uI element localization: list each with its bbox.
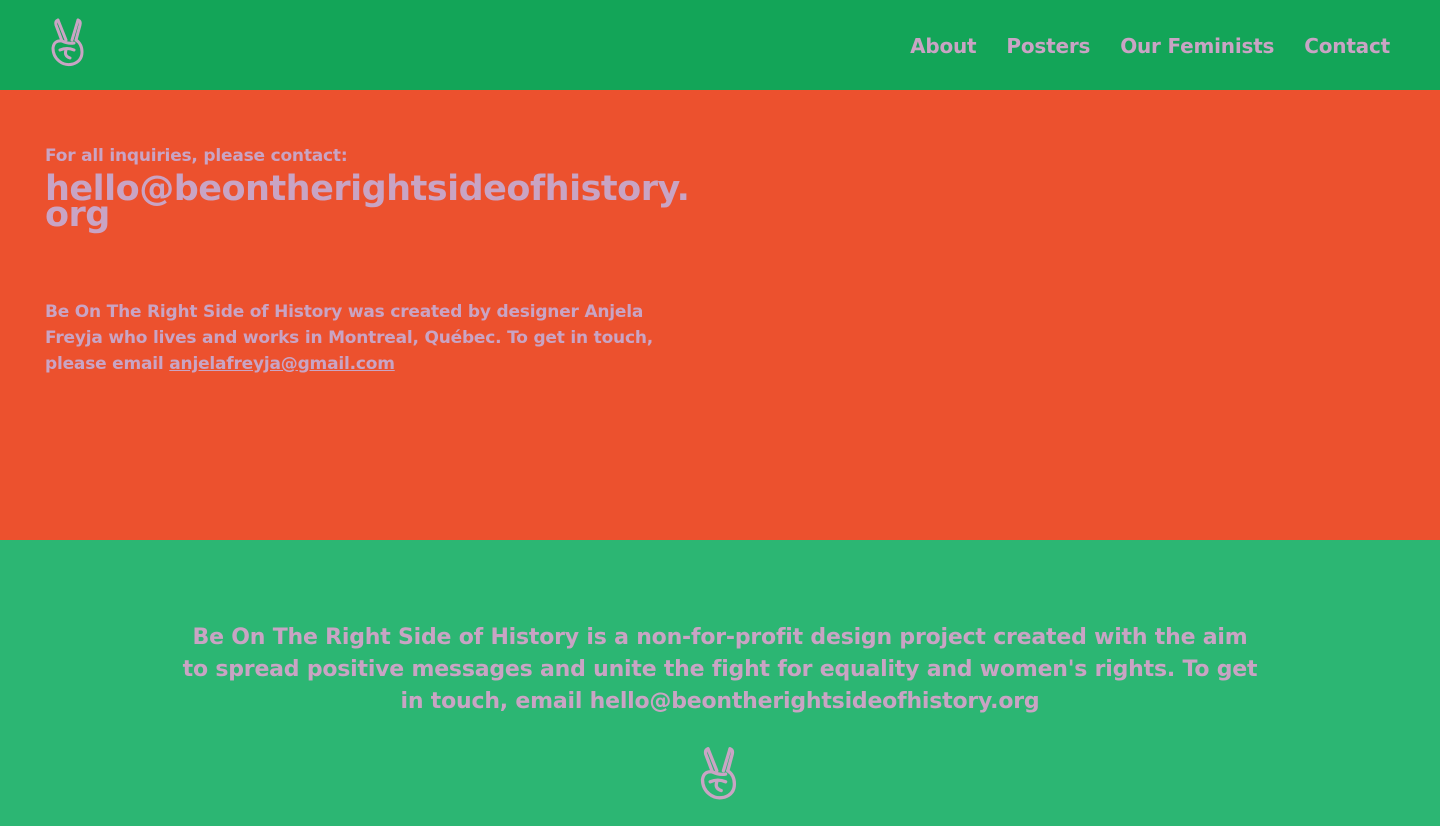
inquiry-label: For all inquiries, please contact: [45,146,348,166]
nav-contact[interactable]: Contact [1304,34,1390,58]
designer-email-link[interactable]: anjelafreyja@gmail.com [169,354,395,374]
peace-hand-icon [700,747,737,800]
contact-email: hello@beontherightsideofhistory.org [45,169,690,235]
peace-hand-icon [51,18,84,67]
site-header: About Posters Our Feminists Contact [0,0,1440,90]
nav-our-feminists[interactable]: Our Feminists [1120,34,1274,58]
site-footer: Be On The Right Side of History is a non… [0,540,1440,826]
footer-description: Be On The Right Side of History is a non… [182,625,1258,714]
about-paragraph: Be On The Right Side of History was crea… [45,299,705,377]
contact-section: For all inquiries, please contact: hello… [0,90,1440,540]
nav-about[interactable]: About [910,34,977,58]
nav-posters[interactable]: Posters [1006,34,1090,58]
main-nav: About Posters Our Feminists Contact [910,34,1390,58]
